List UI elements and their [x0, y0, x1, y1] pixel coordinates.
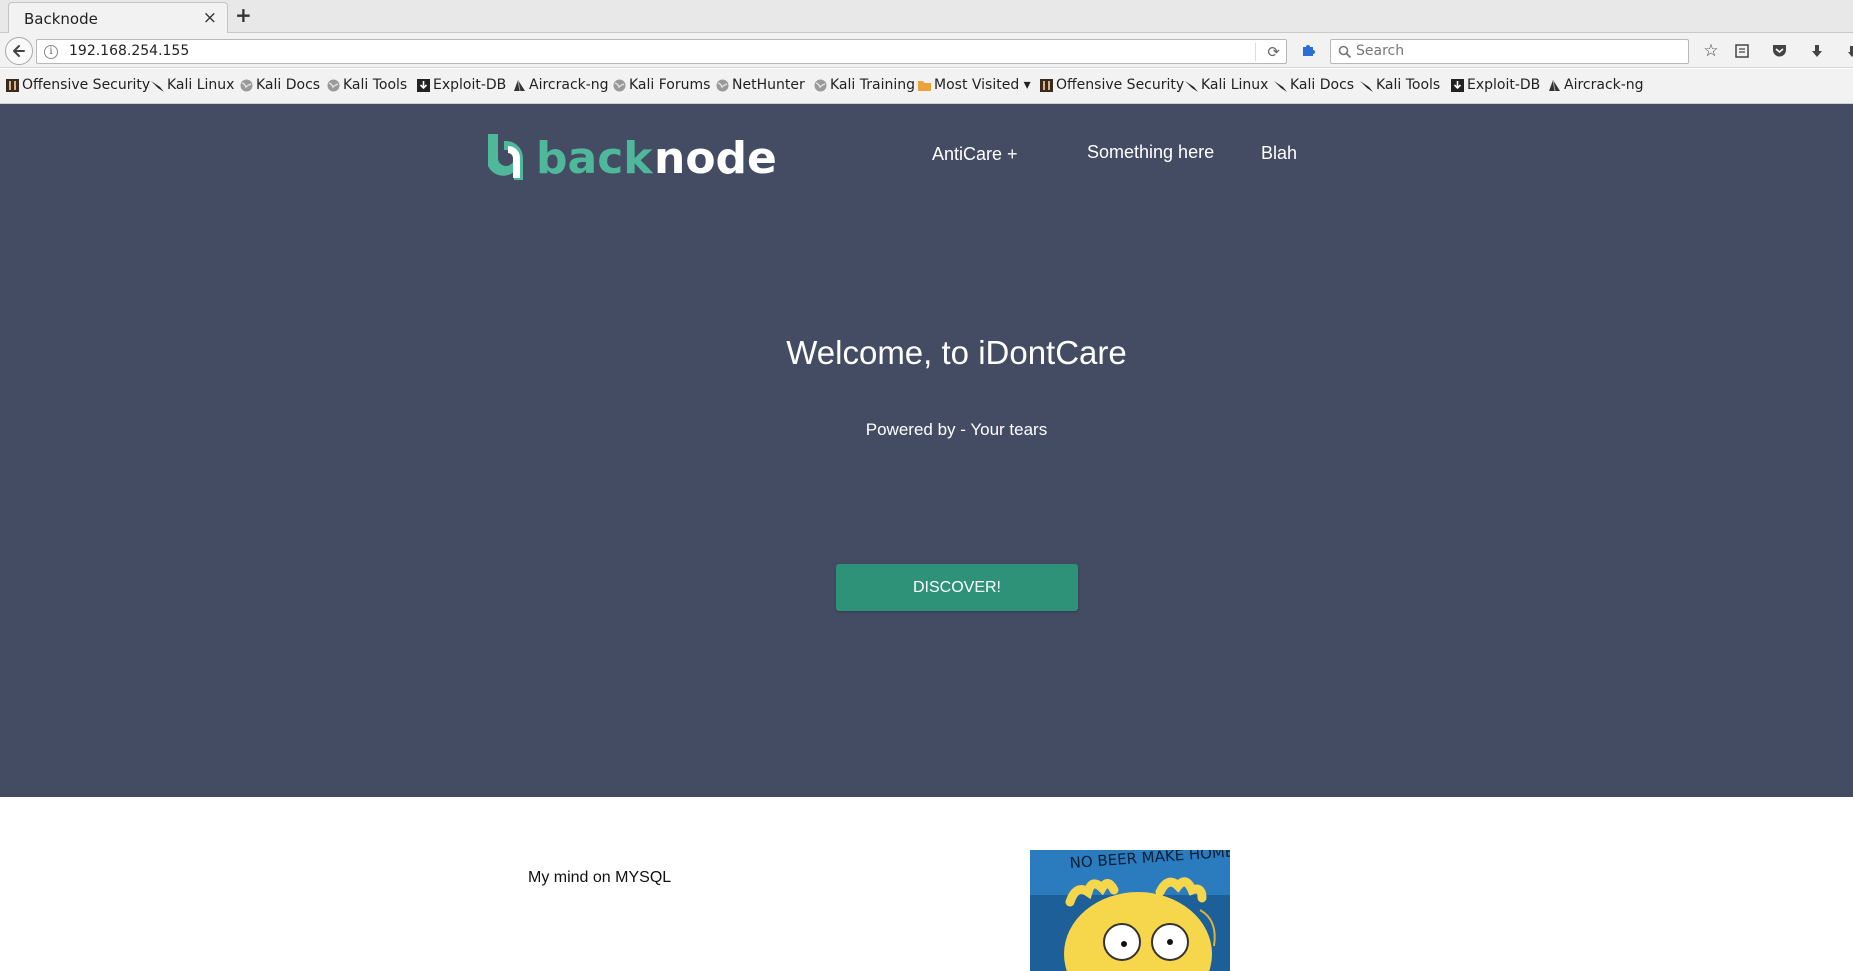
url-text[interactable]: 192.168.254.155 [69, 43, 189, 59]
tab-title: Backnode [24, 10, 98, 28]
discover-button[interactable]: DISCOVER! [836, 564, 1078, 611]
bookmark-item[interactable]: Aircrack-ng [512, 77, 609, 93]
kali-icon [1360, 80, 1373, 92]
globe-icon [716, 79, 729, 91]
search-placeholder: Search [1356, 43, 1405, 59]
extension-icon[interactable] [1300, 42, 1316, 58]
bookmark-label: Kali Training [830, 77, 915, 93]
nav-toolbar: i 192.168.254.155 ⟳ Search ☆ [0, 33, 1853, 68]
close-tab-icon[interactable]: × [203, 8, 217, 28]
bookmark-label: Kali Tools [343, 77, 408, 93]
meme-illustration: NO BEER MAKE HOMER [1030, 850, 1230, 971]
new-tab-button[interactable]: + [235, 3, 252, 27]
pocket-icon[interactable] [1768, 40, 1790, 62]
globe-icon [613, 79, 626, 91]
bookmark-item[interactable]: Offensive Security [5, 77, 150, 93]
back-arrow-icon [13, 45, 25, 57]
back-button[interactable] [5, 37, 33, 65]
bookmark-item[interactable]: Offensive Security [1039, 77, 1184, 93]
bookmark-label: Kali Forums [629, 77, 711, 93]
hero-section: back node AntiCare + Something here Blah… [0, 104, 1853, 797]
reading-list-icon[interactable] [1731, 40, 1753, 62]
bookmark-item[interactable]: Kali Training [813, 77, 915, 93]
download-icon[interactable] [1806, 40, 1828, 62]
bookmark-label: Kali Tools [1376, 77, 1441, 93]
bookmark-item[interactable]: Kali Linux [150, 77, 234, 93]
url-separator [1255, 43, 1256, 61]
bookmark-item[interactable]: Kali Docs [239, 77, 320, 93]
bookmark-label: Kali Docs [1290, 77, 1355, 93]
exploitdb-icon [1451, 78, 1464, 92]
kali-icon [1185, 80, 1198, 92]
bookmark-item[interactable]: Exploit-DB [416, 77, 506, 93]
bookmark-item[interactable]: Exploit-DB [1450, 77, 1540, 93]
bookmark-label: Exploit-DB [1467, 77, 1541, 93]
offsec-icon [1040, 78, 1053, 92]
bookmark-label: Kali Linux [167, 77, 235, 93]
bookmark-label: Kali Linux [1201, 77, 1269, 93]
most-visited-menu[interactable]: Most Visited ▾ [917, 77, 1031, 93]
bookmark-star-icon[interactable]: ☆ [1700, 40, 1722, 62]
bookmark-label: Aircrack-ng [1564, 77, 1644, 93]
bookmark-item[interactable]: Aircrack-ng [1547, 77, 1644, 93]
search-bar[interactable]: Search [1330, 39, 1689, 64]
bookmark-item[interactable]: Kali Forums [612, 77, 710, 93]
logo-node-text: node [654, 133, 777, 184]
search-icon [1338, 45, 1352, 59]
nav-anticare[interactable]: AntiCare + [932, 144, 1018, 165]
powered-by-text: Powered by - Your tears [865, 420, 1048, 439]
nav-something-here[interactable]: Something here [1087, 142, 1214, 163]
backnode-logo[interactable]: back node [482, 130, 782, 184]
bookmark-item[interactable]: NetHunter [715, 77, 805, 93]
bookmark-item[interactable]: Kali Linux [1184, 77, 1268, 93]
overflow-icon[interactable] [1840, 40, 1853, 62]
tab-backnode[interactable]: Backnode × [8, 2, 228, 33]
exploitdb-icon [417, 78, 430, 92]
globe-icon [814, 79, 827, 91]
info-icon[interactable]: i [44, 45, 58, 59]
bookmark-label: Exploit-DB [433, 77, 507, 93]
bookmark-label: Most Visited ▾ [934, 77, 1031, 93]
homer-meme-image: NO BEER MAKE HOMER [1030, 850, 1230, 971]
welcome-heading: Welcome, to iDontCare [786, 334, 1127, 371]
bookmark-label: Aircrack-ng [529, 77, 609, 93]
aircrack-icon [1549, 79, 1560, 91]
kali-icon [1274, 80, 1287, 92]
offsec-icon [6, 78, 19, 92]
bookmark-item[interactable]: Kali Tools [326, 77, 407, 93]
nav-blah[interactable]: Blah [1261, 143, 1297, 164]
globe-icon [327, 79, 340, 91]
bookmark-item[interactable]: Kali Tools [1359, 77, 1440, 93]
mysql-text: My mind on MYSQL [528, 869, 672, 886]
kali-icon [151, 80, 164, 92]
bookmark-label: NetHunter [732, 77, 805, 93]
bookmark-label: Kali Docs [256, 77, 321, 93]
folder-icon [918, 80, 931, 91]
logo-back-text: back [536, 133, 654, 184]
bookmark-label: Offensive Security [22, 77, 151, 93]
url-bar[interactable]: i 192.168.254.155 ⟳ [36, 39, 1287, 64]
bookmark-item[interactable]: Kali Docs [1273, 77, 1354, 93]
bookmarks-toolbar: Offensive Security Kali Linux Kali Docs … [0, 69, 1853, 104]
aircrack-icon [514, 79, 525, 91]
bookmark-label: Offensive Security [1056, 77, 1185, 93]
content-section: My mind on MYSQL NO BEER MAKE HOMER [0, 797, 1853, 971]
globe-icon [240, 79, 253, 91]
tab-strip: Backnode × + [0, 0, 1853, 33]
reload-icon[interactable]: ⟳ [1267, 43, 1280, 61]
